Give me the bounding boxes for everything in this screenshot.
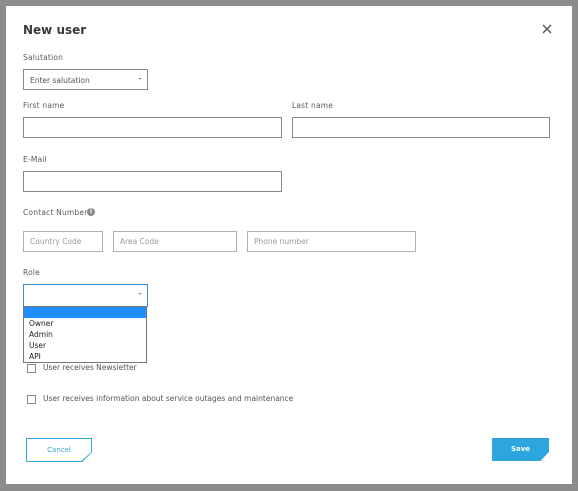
area-code-input[interactable] <box>113 231 237 252</box>
newsletter-checkbox[interactable] <box>27 364 36 373</box>
outages-checkbox[interactable] <box>27 395 36 404</box>
first-name-input[interactable] <box>23 117 282 138</box>
outages-checkbox-label: User receives information about service … <box>43 394 294 403</box>
role-option-user[interactable]: User <box>24 340 146 351</box>
cancel-button[interactable]: Cancel <box>26 438 92 462</box>
last-name-label: Last name <box>292 101 334 110</box>
chevron-down-icon <box>138 78 142 80</box>
new-user-dialog: New user Salutation Enter salutation Fir… <box>6 6 572 484</box>
close-icon[interactable] <box>540 22 554 36</box>
role-option-owner[interactable]: Owner <box>24 318 146 329</box>
contact-number-label: Contact Number <box>23 208 88 217</box>
country-code-input[interactable] <box>23 231 103 252</box>
role-label: Role <box>23 268 40 277</box>
phone-number-input[interactable] <box>247 231 416 252</box>
dialog-title: New user <box>23 23 87 37</box>
email-label: E-Mail <box>23 155 47 164</box>
chevron-down-icon <box>138 293 142 295</box>
role-option-empty[interactable] <box>24 307 146 318</box>
info-icon[interactable]: i <box>87 208 95 216</box>
last-name-input[interactable] <box>292 117 550 138</box>
salutation-select[interactable]: Enter salutation <box>23 69 148 90</box>
role-dropdown-list: Owner Admin User API <box>23 306 147 363</box>
newsletter-checkbox-label: User receives Newsletter <box>43 363 137 372</box>
salutation-label: Salutation <box>23 53 64 62</box>
role-select[interactable] <box>23 284 148 307</box>
role-option-api[interactable]: API <box>24 351 146 362</box>
save-button[interactable]: Save <box>492 438 549 461</box>
role-option-admin[interactable]: Admin <box>24 329 146 340</box>
cancel-button-label: Cancel <box>27 439 91 461</box>
email-input[interactable] <box>23 171 282 192</box>
salutation-value: Enter salutation <box>30 76 90 85</box>
first-name-label: First name <box>23 101 65 110</box>
